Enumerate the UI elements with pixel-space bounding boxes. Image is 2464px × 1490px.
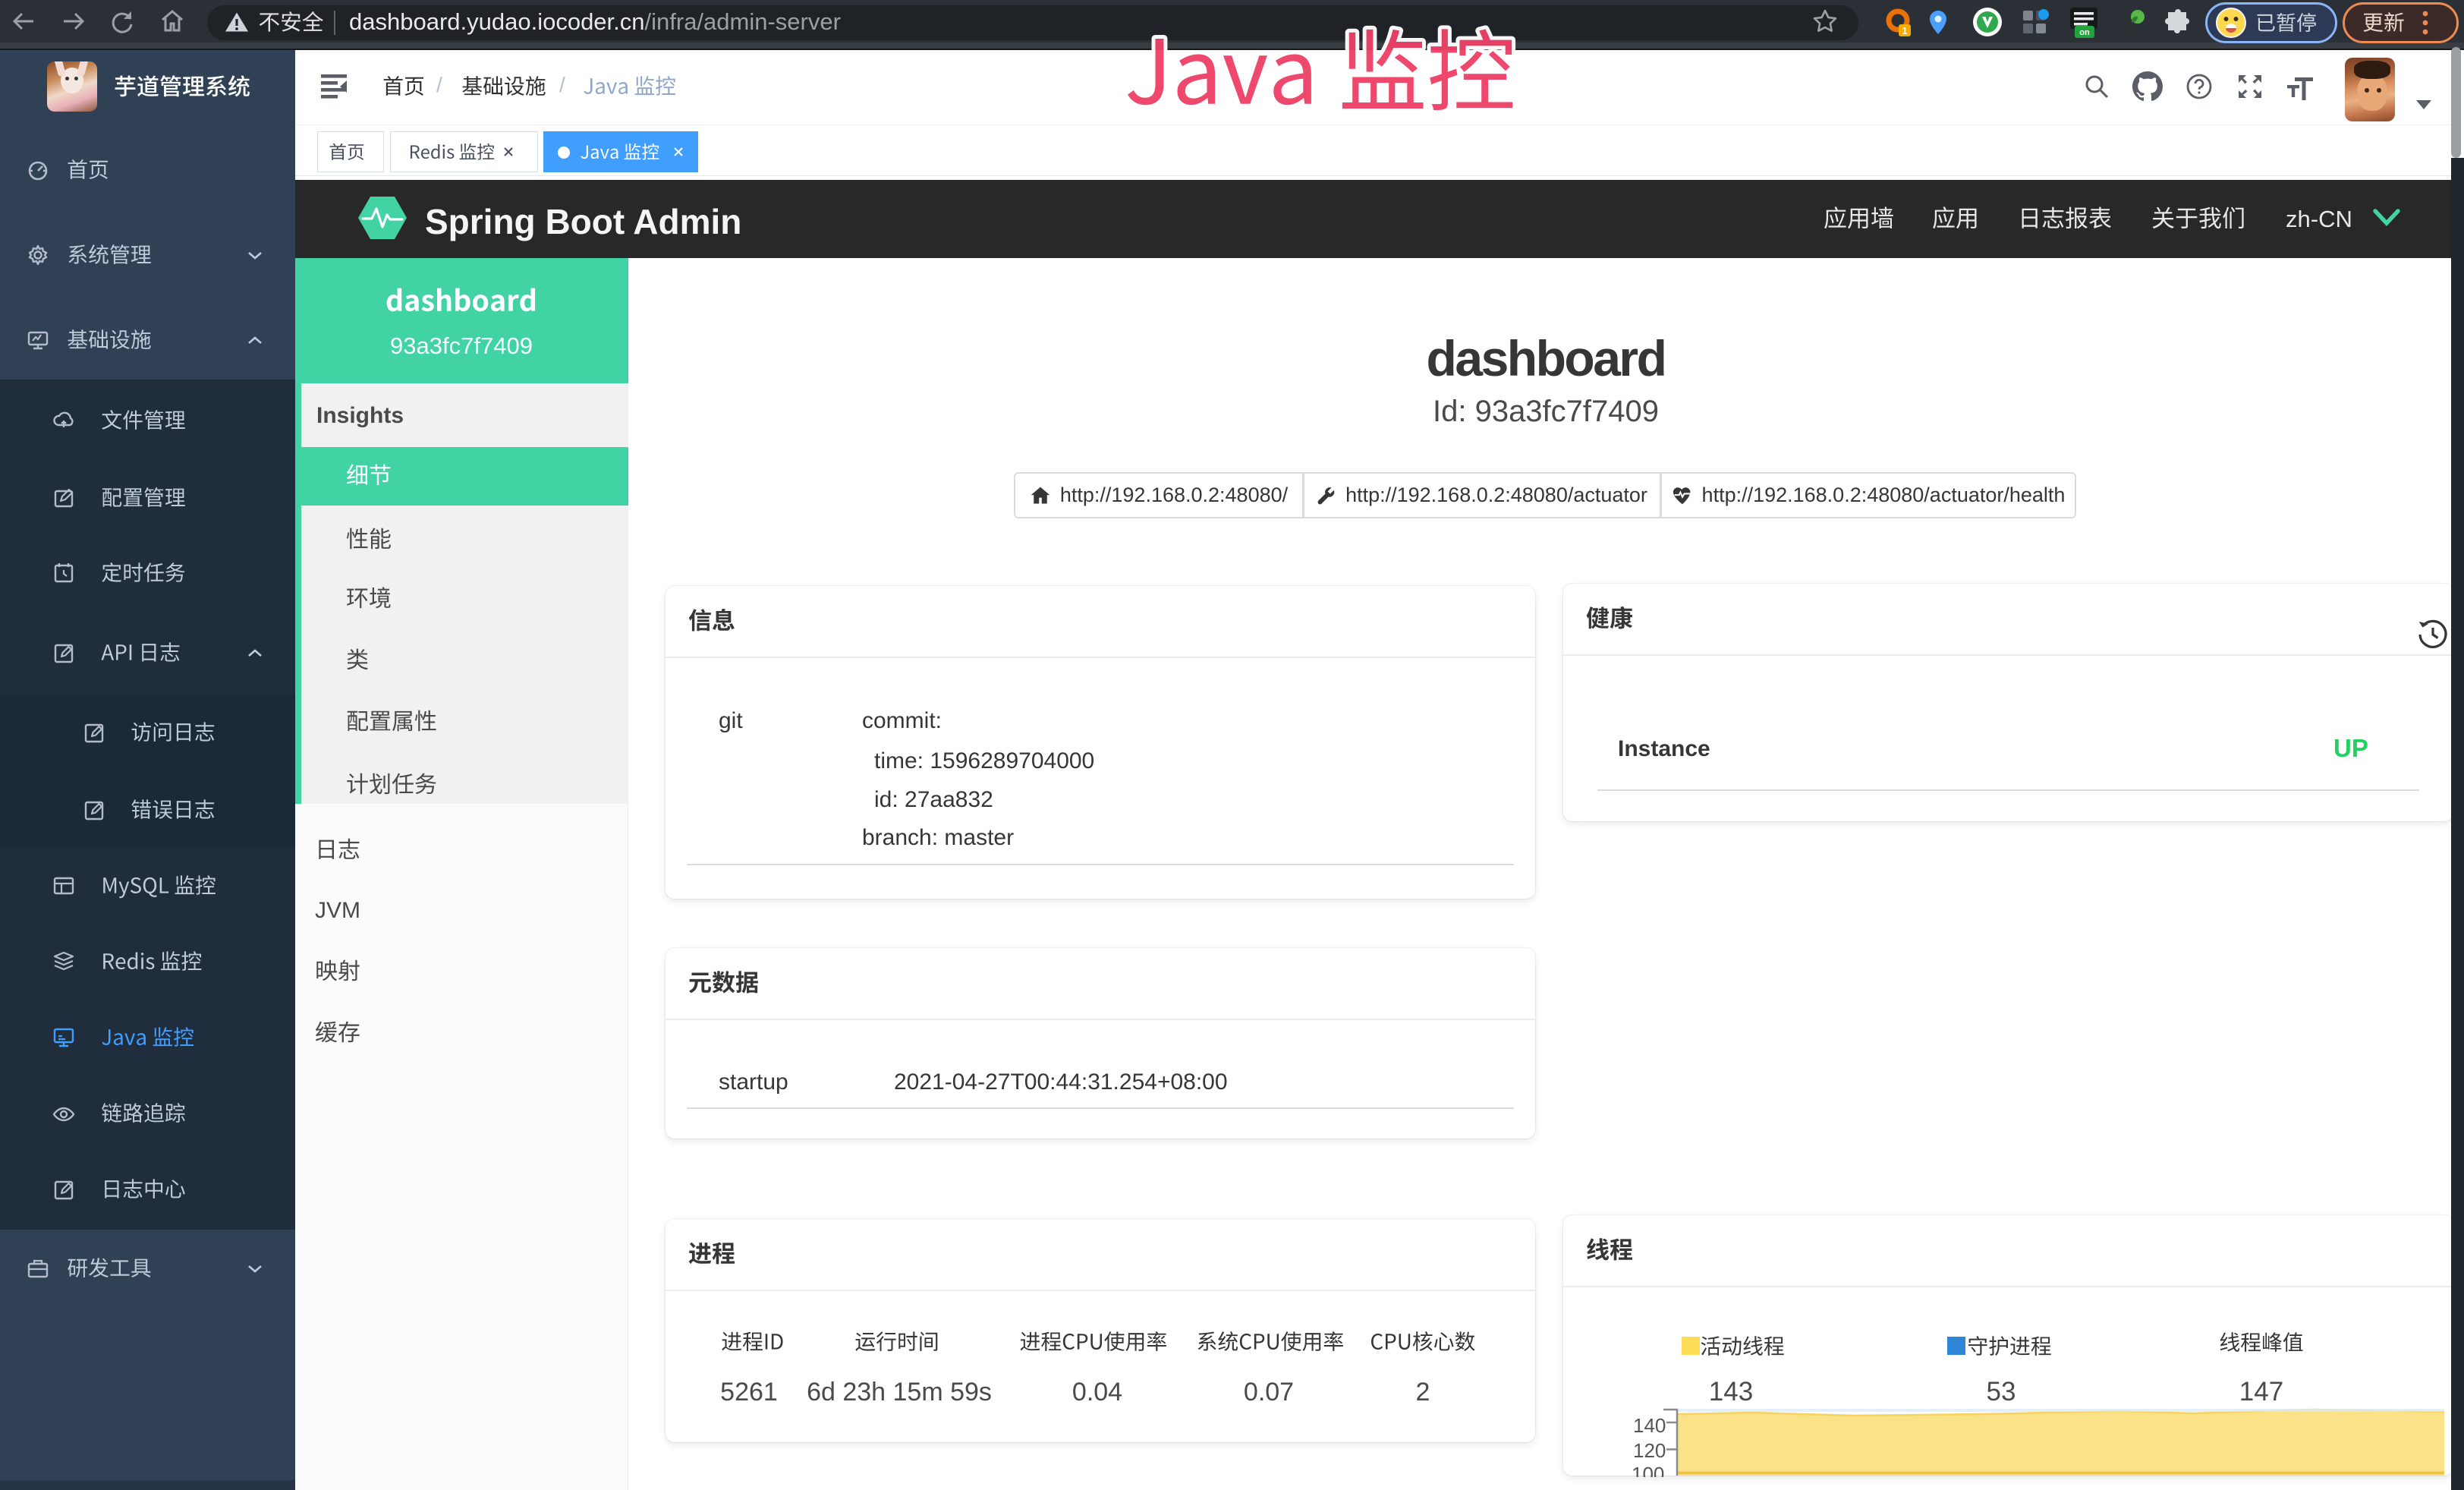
svg-text:on: on — [2079, 28, 2090, 37]
svg-text:1: 1 — [1902, 25, 1907, 36]
